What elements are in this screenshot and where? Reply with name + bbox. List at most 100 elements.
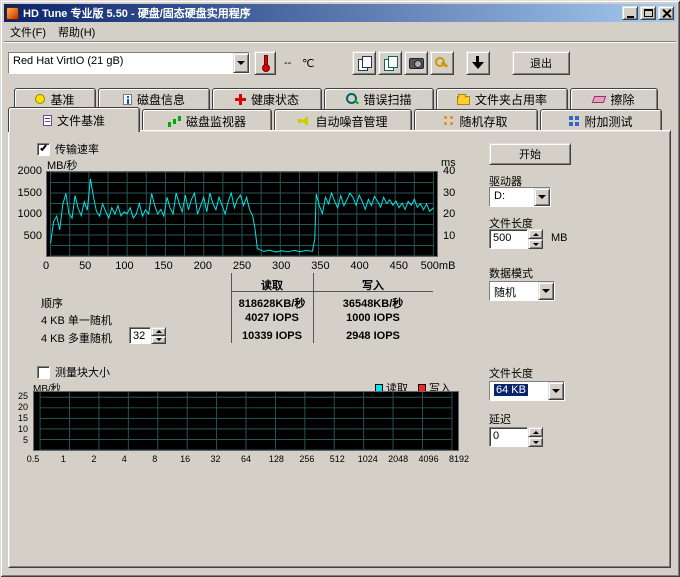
stepper-down-button[interactable] (528, 239, 543, 249)
tab-label: 健康状态 (251, 91, 299, 108)
checkbox-box[interactable] (37, 143, 50, 156)
tab-label: 自动噪音管理 (315, 113, 387, 130)
chevron-down-icon (552, 389, 560, 393)
y-axis-left-ticks: 200015001000500 (11, 171, 44, 257)
minimize-icon (627, 16, 634, 18)
maximize-icon (644, 9, 653, 17)
stepper-up-button[interactable] (528, 229, 543, 239)
bulb-icon (35, 94, 45, 104)
delay-stepper[interactable]: 0 (489, 427, 543, 447)
menu-bar: 文件(F) 帮助(H) (4, 23, 676, 41)
stepper-down-button[interactable] (151, 336, 166, 345)
y-axis-right-ticks: 40302010 (440, 171, 480, 257)
tab-label: 擦除 (610, 91, 634, 108)
table-header-read: 读取 (231, 277, 313, 293)
extra-tests-icon (569, 116, 579, 126)
tab-label: 磁盘监视器 (186, 113, 246, 130)
minimize-button[interactable] (622, 6, 638, 20)
stepper-up-button[interactable] (151, 327, 166, 336)
table-cell-write: 2948 IOPS (313, 330, 433, 342)
tab-erase[interactable]: 擦除 (570, 88, 658, 109)
exit-button[interactable]: 退出 (512, 51, 570, 75)
queue-depth-value[interactable]: 32 (129, 327, 151, 344)
up-arrow-icon (533, 233, 539, 236)
camera-icon (409, 58, 424, 69)
keys-icon (435, 56, 449, 70)
screenshot-button[interactable] (404, 51, 428, 75)
drive-dropdown[interactable]: D: (489, 187, 551, 207)
copy-button[interactable] (352, 51, 376, 75)
speaker-icon (298, 116, 310, 126)
drive-select[interactable]: Red Hat VirtIO (21 gB) (8, 52, 250, 74)
thermometer-icon (261, 55, 269, 72)
folder-icon (457, 96, 470, 105)
drive-select-arrow[interactable] (233, 53, 249, 73)
table-cell-read: 818628KB/秒 (231, 295, 313, 311)
copy-image-icon (384, 56, 397, 70)
tab-label: 磁盘信息 (137, 91, 185, 108)
tab-benchmark[interactable]: 基准 (14, 88, 96, 109)
drive-select-value: Red Hat VirtIO (21 gB) (9, 53, 233, 73)
file-benchmark-icon (43, 115, 52, 126)
title-bar: HD Tune 专业版 5.50 - 硬盘/固态硬盘实用程序 (4, 4, 676, 22)
table-row-label: 4 KB 多重随机 (41, 330, 112, 346)
delay-value[interactable]: 0 (489, 427, 528, 447)
drive-dropdown-value: D: (490, 188, 534, 206)
save-results-button[interactable] (466, 51, 490, 75)
data-mode-label: 数据模式 (489, 265, 533, 281)
checkbox-box[interactable] (37, 366, 50, 379)
file-benchmark-panel: 传输速率 MB/秒 ms 200015001000500 40302010 05… (8, 130, 671, 568)
stepper-up-button[interactable] (528, 427, 543, 437)
hdtune-window: HD Tune 专业版 5.50 - 硬盘/固态硬盘实用程序 文件(F) 帮助(… (0, 0, 680, 577)
down-arrow-icon (156, 338, 162, 341)
drive-dropdown-arrow[interactable] (534, 188, 550, 206)
checkbox-label: 传输速率 (55, 141, 99, 157)
tab-random-access[interactable]: 随机存取 (414, 109, 538, 132)
tab-extra-tests[interactable]: 附加测试 (540, 109, 662, 132)
delay-label: 延迟 (489, 411, 511, 427)
keys-button[interactable] (430, 51, 454, 75)
transfer-rate-chart: MB/秒 ms 200015001000500 40302010 0501001… (11, 157, 486, 275)
tab-health[interactable]: 健康状态 (212, 88, 322, 109)
chevron-down-icon (538, 195, 546, 199)
tab-label: 错误扫描 (363, 91, 411, 108)
table-row-label: 4 KB 单一随机 (41, 312, 112, 328)
copy-image-button[interactable] (378, 51, 402, 75)
tab-label: 基准 (50, 91, 74, 108)
data-mode-arrow[interactable] (538, 282, 554, 300)
block-length-arrow[interactable] (548, 382, 564, 400)
menu-file[interactable]: 文件(F) (4, 23, 52, 41)
close-button[interactable] (658, 6, 674, 20)
table-cell-read: 4027 IOPS (231, 312, 313, 324)
up-arrow-icon (156, 330, 162, 333)
down-arrow-icon (533, 441, 539, 444)
temperature-button[interactable] (254, 51, 276, 75)
start-button[interactable]: 开始 (489, 143, 571, 165)
file-length-value[interactable]: 500 (489, 229, 528, 249)
tab-error-scan[interactable]: 错误扫描 (324, 88, 434, 109)
tab-file-benchmark[interactable]: 文件基准 (8, 107, 140, 132)
tab-folder-usage[interactable]: 文件夹占用率 (436, 88, 568, 109)
magnifier-icon (346, 93, 358, 105)
tab-label: 文件基准 (57, 112, 105, 129)
file-length-stepper[interactable]: 500 (489, 229, 543, 249)
menu-help[interactable]: 帮助(H) (52, 23, 101, 41)
maximize-button[interactable] (640, 6, 656, 20)
tab-label: 附加测试 (584, 113, 632, 130)
data-mode-dropdown[interactable]: 随机 (489, 281, 555, 301)
random-dots-icon (444, 116, 454, 126)
tab-disk-info[interactable]: 磁盘信息 (98, 88, 210, 109)
table-row-label: 顺序 (41, 295, 63, 311)
health-cross-icon (235, 94, 246, 105)
copy-icon (358, 56, 371, 70)
block-length-dropdown[interactable]: 64 KB (489, 381, 565, 401)
tab-disk-monitor[interactable]: 磁盘监视器 (142, 109, 272, 132)
table-cell-read: 10339 IOPS (231, 330, 313, 342)
tab-label: 文件夹占用率 (475, 91, 547, 108)
stepper-down-button[interactable] (528, 437, 543, 447)
tab-aam[interactable]: 自动噪音管理 (274, 109, 412, 132)
file-length-unit: MB (551, 232, 568, 244)
transfer-rate-checkbox[interactable]: 传输速率 (37, 141, 99, 157)
x-axis-ticks: 0.512481632641282565121024204840968192 (33, 454, 459, 466)
queue-depth-stepper[interactable]: 32 (129, 327, 166, 344)
